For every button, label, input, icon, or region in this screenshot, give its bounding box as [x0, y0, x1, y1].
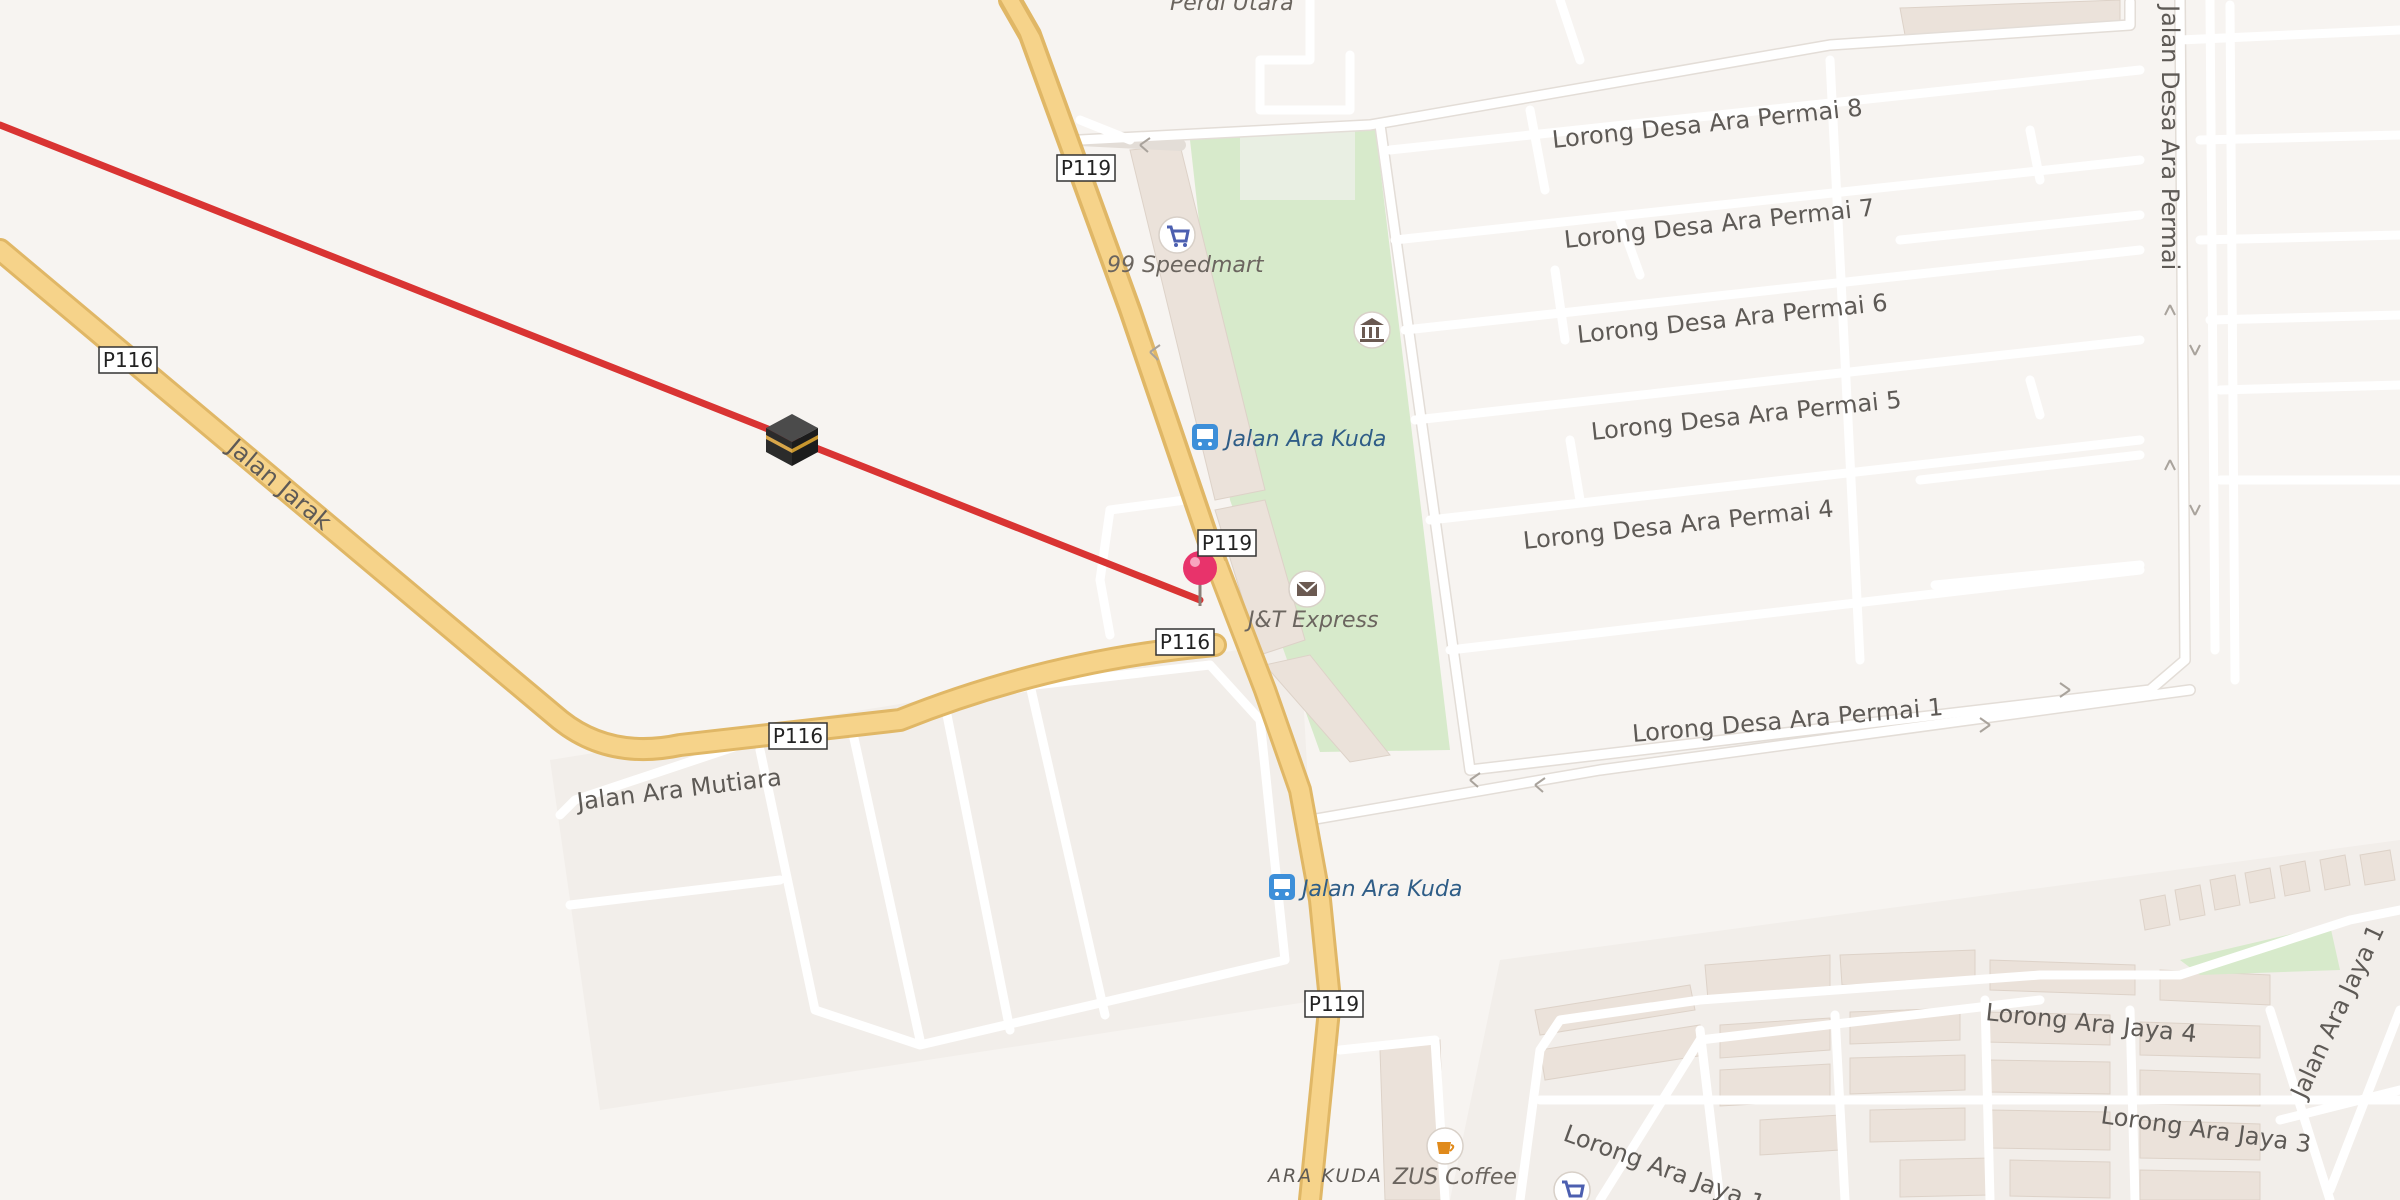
shopping-cart-icon[interactable]: [1158, 216, 1196, 254]
place-label-ara-kuda: ARA KUDA: [1266, 1165, 1383, 1187]
svg-text:P119: P119: [1202, 531, 1252, 555]
coffee-icon[interactable]: [1426, 1127, 1464, 1165]
route-shield-p119: P119: [1304, 990, 1364, 1018]
bus-stop-icon[interactable]: [1269, 874, 1295, 900]
svg-text:P116: P116: [773, 724, 823, 748]
route-shield-p119: P119: [1197, 529, 1257, 557]
bus-stop-label: Jalan Ara Kuda: [1222, 427, 1386, 452]
bank-icon[interactable]: [1353, 311, 1391, 349]
park-building: [1240, 130, 1355, 200]
route-shield-p119: P119: [1056, 154, 1116, 182]
bus-stop-icon[interactable]: [1192, 424, 1218, 450]
bus-stop-label: Jalan Ara Kuda: [1298, 877, 1462, 902]
svg-text:P119: P119: [1061, 156, 1111, 180]
route-shield-p116: P116: [1155, 628, 1215, 656]
route-shield-p116: P116: [768, 722, 828, 750]
map-canvas[interactable]: P119 P119 P119 P116 P116 P116 Lorong Des…: [0, 0, 2400, 1200]
svg-text:P119: P119: [1309, 992, 1359, 1016]
shopping-cart-icon[interactable]: [1553, 1171, 1591, 1200]
poi-label-zus-coffee: ZUS Coffee: [1392, 1165, 1517, 1190]
mail-icon[interactable]: [1288, 570, 1326, 608]
route-shield-p116: P116: [98, 346, 158, 374]
poi-label-speedmart: 99 Speedmart: [1107, 253, 1265, 278]
place-label-perdi-utara: Perdi Utara: [1170, 0, 1294, 16]
svg-text:P116: P116: [103, 348, 153, 372]
poi-label-jt-express: J&T Express: [1244, 608, 1378, 633]
road-label-jalan-desa-ara-permai: Jalan Desa Ara Permai: [2156, 3, 2184, 270]
svg-text:P116: P116: [1160, 630, 1210, 654]
